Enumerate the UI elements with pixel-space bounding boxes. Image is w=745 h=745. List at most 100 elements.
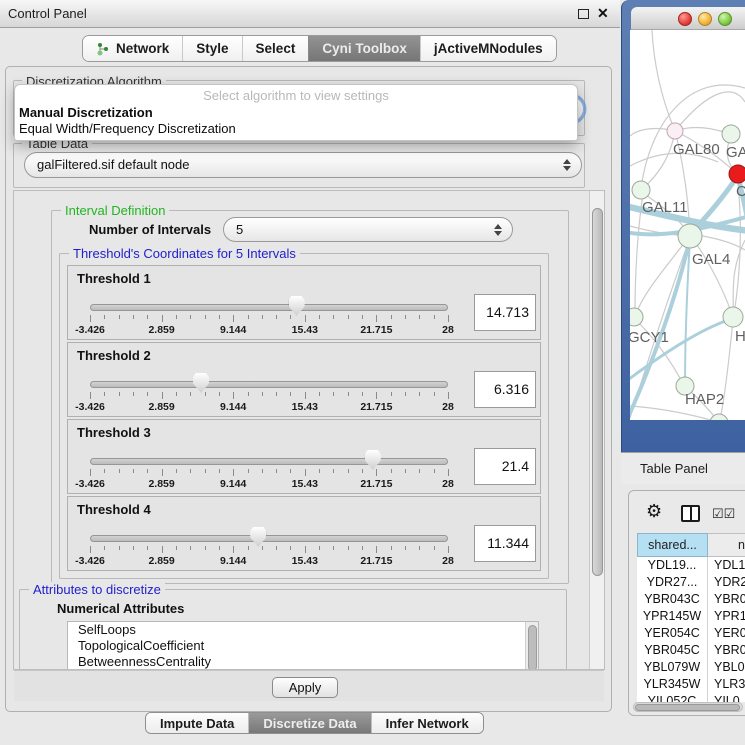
cell-name[interactable]: YIL0 bbox=[708, 693, 745, 702]
slider-thumb[interactable] bbox=[193, 373, 209, 393]
slider-scale-labels: -3.4262.8599.14415.4321.71528 bbox=[90, 478, 448, 490]
control-panel-title: Control Panel bbox=[8, 6, 87, 21]
tab-discretize-data[interactable]: Discretize Data bbox=[248, 713, 370, 733]
panel-vertical-scrollbar[interactable] bbox=[589, 191, 604, 669]
table-row[interactable]: YDL19...YDL1 bbox=[637, 557, 745, 574]
cell-name[interactable]: YBL0 bbox=[708, 659, 745, 676]
tab-cyni-toolbox[interactable]: Cyni Toolbox bbox=[308, 36, 420, 61]
column-select-icons[interactable]: ☑☑ bbox=[712, 506, 735, 522]
slider-ticks bbox=[90, 315, 448, 323]
float-window-icon[interactable] bbox=[578, 9, 589, 19]
table-row[interactable]: YLR345WYLR3 bbox=[637, 676, 745, 693]
attribute-item[interactable]: BetweennessCentrality bbox=[68, 654, 538, 670]
table-row[interactable]: YBR045CYBR0 bbox=[637, 642, 745, 659]
algorithm-option[interactable]: Manual Discretization bbox=[19, 105, 153, 120]
number-of-intervals-combobox[interactable]: 5 bbox=[223, 217, 513, 242]
network-node-gal11[interactable] bbox=[632, 181, 650, 199]
network-node-gcy1[interactable] bbox=[630, 308, 643, 326]
gear-icon[interactable]: ⚙ bbox=[646, 502, 662, 520]
network-node-gal80[interactable] bbox=[667, 123, 683, 139]
threshold-value-box[interactable]: 14.713 bbox=[474, 294, 536, 331]
table-row[interactable]: YPR145WYPR1 bbox=[637, 608, 745, 625]
apply-button[interactable]: Apply bbox=[272, 677, 338, 698]
cell-shared-name[interactable]: YER054C bbox=[637, 625, 708, 642]
scrollbar-thumb[interactable] bbox=[592, 208, 603, 576]
network-node-ga[interactable] bbox=[722, 125, 740, 143]
slider-track[interactable] bbox=[90, 304, 448, 311]
threshold-value-box[interactable]: 21.4 bbox=[474, 448, 536, 485]
cell-shared-name[interactable]: YPR145W bbox=[637, 608, 708, 625]
slider-track[interactable] bbox=[90, 381, 448, 388]
numerical-attributes-list[interactable]: SelfLoopsTopologicalCoefficientBetweenne… bbox=[67, 621, 539, 670]
zoom-traffic-light-icon[interactable] bbox=[718, 12, 732, 26]
cell-name[interactable]: YDL1 bbox=[708, 557, 745, 574]
threshold-value-box[interactable]: 11.344 bbox=[474, 525, 536, 562]
tab-infer-network[interactable]: Infer Network bbox=[371, 713, 483, 733]
threshold-panel: Threshold 2-3.4262.8599.14415.4321.71528… bbox=[67, 342, 541, 417]
cell-shared-name[interactable]: YBL079W bbox=[637, 659, 708, 676]
spinner-icon bbox=[563, 159, 571, 171]
tab-style[interactable]: Style bbox=[182, 36, 241, 61]
table-horizontal-scrollbar[interactable] bbox=[633, 702, 743, 712]
scrollbar-thumb[interactable] bbox=[528, 625, 537, 670]
slider-ticks bbox=[90, 546, 448, 554]
algorithm-popup-hint: Select algorithm to view settings bbox=[15, 88, 577, 103]
threshold-panel: Threshold 3 -3.4262.8599.14415.4321.71528… bbox=[67, 419, 541, 494]
cell-shared-name[interactable]: YDL19... bbox=[637, 557, 708, 574]
cell-shared-name[interactable]: YIL052C bbox=[637, 693, 708, 702]
threshold-label: Threshold 2 bbox=[77, 348, 151, 363]
node-label: GCY1 bbox=[630, 329, 669, 346]
bottom-tab-bar: Impute DataDiscretize DataInfer Network bbox=[145, 712, 484, 734]
tab-impute-data[interactable]: Impute Data bbox=[146, 713, 248, 733]
table-data-combobox[interactable]: galFiltered.sif default node bbox=[24, 152, 582, 178]
close-traffic-light-icon[interactable] bbox=[678, 12, 692, 26]
tab-jactivemnodules[interactable]: jActiveMNodules bbox=[420, 36, 556, 61]
tab-select[interactable]: Select bbox=[242, 36, 309, 61]
column-header-shared-name[interactable]: shared... bbox=[637, 533, 708, 557]
cell-name[interactable]: YPR1 bbox=[708, 608, 745, 625]
table-row[interactable]: YBR043CYBR0 bbox=[637, 591, 745, 608]
cell-name[interactable]: YBR0 bbox=[708, 642, 745, 659]
cell-name[interactable]: YER0 bbox=[708, 625, 745, 642]
slider-thumb[interactable] bbox=[289, 296, 305, 316]
cell-shared-name[interactable]: YDR27... bbox=[637, 574, 708, 591]
cell-shared-name[interactable]: YBR043C bbox=[637, 591, 708, 608]
cell-shared-name[interactable]: YBR045C bbox=[637, 642, 708, 659]
network-node-gal4[interactable] bbox=[678, 224, 702, 248]
threshold-label: Threshold 3 bbox=[77, 425, 151, 440]
close-icon[interactable]: ✕ bbox=[597, 5, 609, 22]
table-row[interactable]: YER054CYER0 bbox=[637, 625, 745, 642]
split-view-icon[interactable] bbox=[681, 505, 700, 522]
slider-track[interactable] bbox=[90, 458, 448, 465]
table-row[interactable]: YBL079WYBL0 bbox=[637, 659, 745, 676]
cell-name[interactable]: YBR0 bbox=[708, 591, 745, 608]
network-node-h[interactable] bbox=[723, 307, 743, 327]
threshold-panel: Threshold 4-3.4262.8599.14415.4321.71528… bbox=[67, 496, 541, 571]
slider-ticks bbox=[90, 392, 448, 400]
slider-thumb[interactable] bbox=[250, 527, 266, 547]
attribute-item[interactable]: SelfLoops bbox=[68, 622, 538, 638]
cell-shared-name[interactable]: YLR345W bbox=[637, 676, 708, 693]
column-header-name[interactable]: na bbox=[708, 533, 745, 557]
threshold-value-box[interactable]: 6.316 bbox=[474, 371, 536, 408]
scrollbar-thumb[interactable] bbox=[635, 704, 740, 711]
slider-track[interactable] bbox=[90, 535, 448, 542]
algorithm-option[interactable]: Equal Width/Frequency Discretization bbox=[19, 121, 236, 136]
cell-name[interactable]: YLR3 bbox=[708, 676, 745, 693]
table-row[interactable]: YDR27...YDR2 bbox=[637, 574, 745, 591]
slider-thumb[interactable] bbox=[365, 450, 381, 470]
slider-scale-labels: -3.4262.8599.14415.4321.71528 bbox=[90, 555, 448, 567]
network-node-c[interactable] bbox=[729, 165, 745, 183]
table-row[interactable]: YIL052CYIL0 bbox=[637, 693, 745, 702]
minimize-traffic-light-icon[interactable] bbox=[698, 12, 712, 26]
tab-network[interactable]: Network bbox=[83, 36, 182, 61]
node-label: H bbox=[735, 328, 745, 345]
node-label: GA bbox=[726, 144, 745, 161]
cell-name[interactable]: YDR2 bbox=[708, 574, 745, 591]
number-of-intervals-value: 5 bbox=[236, 218, 243, 242]
network-canvas[interactable]: GAL80GACGAL11GAL4GCY1HHAP2 bbox=[630, 30, 745, 420]
network-icon bbox=[96, 42, 110, 56]
attribute-item[interactable]: TopologicalCoefficient bbox=[68, 638, 538, 654]
top-tab-bar: NetworkStyleSelectCyni ToolboxjActiveMNo… bbox=[82, 35, 557, 62]
attributes-list-scrollbar[interactable] bbox=[525, 622, 538, 670]
